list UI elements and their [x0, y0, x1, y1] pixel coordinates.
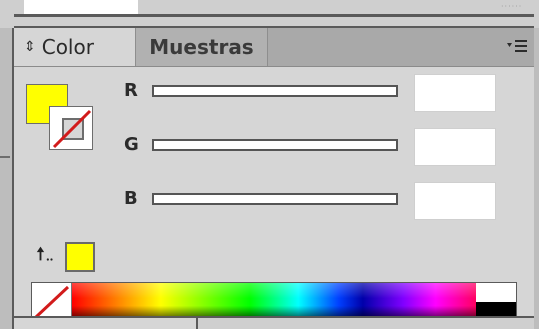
out-of-gamut-warning-icon[interactable] — [35, 243, 57, 265]
r-label: R — [124, 80, 138, 101]
top-divider — [14, 14, 534, 17]
rgb-row-r: R — [124, 74, 504, 112]
panel-menu-icon — [507, 40, 527, 52]
g-slider[interactable] — [152, 139, 398, 151]
tab-muestras[interactable]: Muestras — [136, 28, 268, 66]
b-label: B — [124, 188, 138, 209]
r-slider[interactable] — [152, 85, 398, 97]
out-of-gamut-warning-svg — [36, 246, 53, 261]
color-panel-content: R G B — [14, 67, 534, 322]
stroke-swatch[interactable] — [49, 106, 93, 150]
tab-color[interactable]: ⇕ Color — [14, 28, 136, 66]
out-of-gamut-swatch[interactable] — [65, 242, 95, 272]
color-panel-window: ······ ⇕ Color Muestras R G B — [0, 0, 539, 329]
tab-muestras-label: Muestras — [149, 35, 254, 59]
r-value-input[interactable] — [414, 74, 496, 112]
color-panel: ⇕ Color Muestras R G B — [14, 28, 534, 322]
g-label: G — [124, 134, 139, 155]
up-down-arrows-icon[interactable]: ⇕ — [24, 40, 36, 54]
none-slash-icon — [52, 109, 92, 149]
bottom-tab[interactable] — [14, 318, 198, 329]
rgb-row-g: G — [124, 128, 504, 166]
panel-tab-bar: ⇕ Color Muestras — [14, 28, 534, 67]
b-value-input[interactable] — [414, 182, 496, 220]
tab-color-label: Color — [41, 35, 94, 59]
g-value-input[interactable] — [414, 128, 496, 166]
white-swatch[interactable] — [476, 283, 516, 302]
rgb-row-b: B — [124, 182, 504, 220]
top-white-field — [24, 0, 138, 14]
left-tick-mark — [0, 156, 10, 158]
panel-menu-button[interactable] — [504, 36, 530, 56]
b-slider[interactable] — [152, 193, 398, 205]
grip-dots-icon: ······ — [501, 2, 523, 11]
